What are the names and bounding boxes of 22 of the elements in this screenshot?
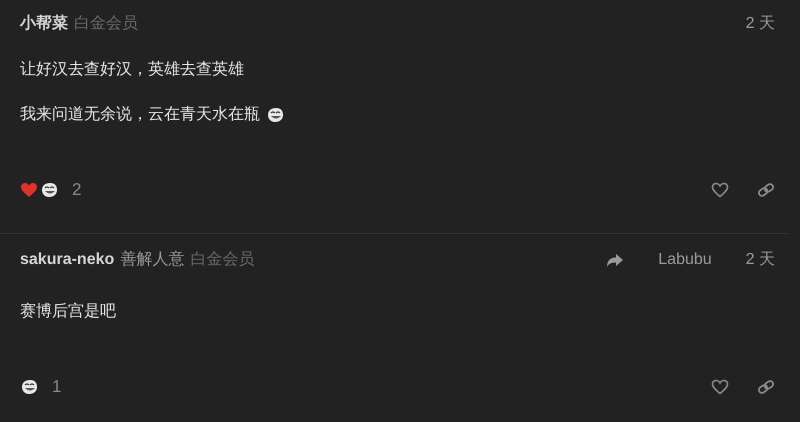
reply-arrow-icon (606, 252, 624, 268)
heart-icon (20, 182, 38, 198)
like-heart-icon[interactable] (711, 182, 729, 198)
member-level-label: 白金会员 (74, 14, 138, 34)
reaction-count[interactable]: 2 (72, 177, 82, 203)
grinning-face-icon (40, 182, 58, 198)
user-title: 善解人意 (120, 249, 184, 270)
grinning-face-icon (20, 379, 38, 395)
post-time: 2 天 (746, 250, 775, 270)
post-time: 2 天 (746, 14, 775, 34)
link-icon[interactable] (757, 182, 775, 198)
author-name[interactable]: sakura-neko (20, 248, 114, 272)
member-level-label: 白金会员 (190, 250, 254, 270)
author-name[interactable]: 小帮菜 (20, 12, 68, 36)
post-text: 让好汉去查好汉，英雄去查英雄 (20, 60, 244, 80)
reaction-count[interactable]: 1 (52, 374, 62, 400)
reply-to-user[interactable]: Labubu (658, 248, 712, 272)
grinning-face-icon (266, 107, 284, 123)
post-text: 我来问道无余说，云在青天水在瓶 (20, 104, 260, 125)
post-text: 赛博后宫是吧 (20, 302, 116, 322)
link-icon[interactable] (757, 379, 775, 395)
like-heart-icon[interactable] (711, 379, 729, 395)
